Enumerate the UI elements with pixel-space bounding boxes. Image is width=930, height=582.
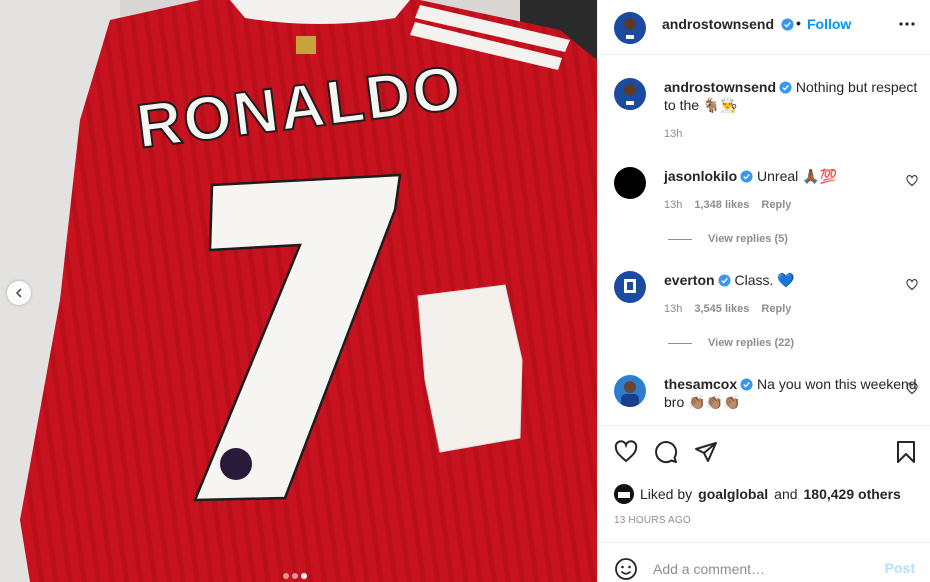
view-replies-label: View replies (22) [708, 337, 795, 349]
post-details-panel: androstownsend • Follow androstownsend N… [597, 0, 930, 582]
post-header: androstownsend • Follow [598, 0, 930, 55]
liker-avatar-image [618, 492, 630, 498]
comment-text: Class. 💙 [734, 272, 795, 288]
share-button[interactable] [694, 440, 718, 467]
view-replies-button[interactable]: View replies (22) [668, 337, 794, 349]
chevron-left-icon [15, 288, 22, 298]
post-actions: Liked by goalglobal and 180,429 others 1… [598, 425, 930, 550]
heart-icon [906, 279, 918, 291]
like-button[interactable] [614, 440, 638, 467]
author-avatar[interactable] [614, 12, 646, 44]
liker-avatar[interactable] [614, 484, 634, 504]
post-timestamp[interactable]: 13 HOURS AGO [614, 515, 691, 526]
reply-button[interactable]: Reply [761, 303, 791, 315]
more-dots-icon [899, 22, 915, 26]
caption-username[interactable]: androstownsend [664, 79, 776, 95]
caption-meta: 13h [664, 128, 682, 140]
post-comment-button[interactable]: Post [885, 560, 915, 576]
replies-line [668, 342, 692, 344]
comment-username[interactable]: jasonlokilo [664, 168, 737, 184]
comment-input[interactable] [653, 559, 873, 579]
everton-crest-icon [624, 279, 636, 293]
comment-button[interactable] [654, 440, 678, 467]
view-replies-button[interactable]: View replies (5) [668, 233, 788, 245]
caption-avatar[interactable] [614, 78, 646, 110]
reply-button[interactable]: Reply [761, 199, 791, 211]
replies-line [668, 238, 692, 240]
verified-badge-icon [779, 81, 792, 94]
verified-badge-icon [781, 18, 794, 31]
comment-meta: 13h 1,348 likes Reply [664, 199, 791, 211]
commenter-avatar[interactable] [614, 167, 646, 199]
comment-likes-count[interactable]: 3,545 likes [694, 303, 749, 315]
comment-text-block: everton Class. 💙 [664, 271, 919, 289]
liked-by-prefix: Liked by [640, 486, 693, 502]
carousel-indicator [283, 573, 307, 579]
previous-photo-button[interactable] [7, 281, 31, 305]
post-media[interactable]: RONALDO [0, 0, 597, 582]
caption-time: 13h [664, 128, 683, 140]
caption-text-block: androstownsend Nothing but respect to th… [664, 78, 919, 114]
likes-summary: Liked by goalglobal and 180,429 others [614, 484, 901, 504]
comment-item: thesamcox Na you won this weekend bro 👏🏽… [598, 373, 930, 423]
comment-likes-count[interactable]: 1,348 likes [694, 199, 749, 211]
verified-badge-icon [740, 170, 753, 183]
author-avatar-image [621, 18, 639, 44]
others-count[interactable]: 180,429 others [804, 486, 901, 502]
comment-bubble-icon [655, 441, 678, 464]
heart-icon [906, 383, 918, 395]
heart-icon [614, 440, 638, 463]
smiley-icon [615, 558, 637, 580]
comment-username[interactable]: thesamcox [664, 376, 737, 392]
commenter-avatar[interactable] [614, 375, 646, 407]
comment-text-block: jasonlokilo Unreal 🙏🏾💯 [664, 167, 919, 185]
liker-username[interactable]: goalglobal [698, 486, 768, 502]
view-replies-label: View replies (5) [708, 233, 788, 245]
carousel-dot [283, 573, 289, 579]
header-separator: • [796, 15, 801, 31]
add-comment-bar: Post [598, 542, 930, 582]
paper-plane-icon [695, 442, 717, 462]
carousel-dot [292, 573, 298, 579]
comment-username[interactable]: everton [664, 272, 715, 288]
verified-badge-icon [718, 274, 731, 287]
comment-time: 13h [664, 199, 683, 211]
author-username: androstownsend [662, 16, 775, 32]
post-caption: androstownsend Nothing but respect to th… [598, 74, 930, 144]
caption-avatar-image [621, 84, 639, 110]
carousel-dot-active [301, 573, 307, 579]
comment-time: 13h [664, 303, 683, 315]
jersey-photo: RONALDO [0, 0, 597, 582]
like-comment-button[interactable] [906, 278, 918, 294]
verified-badge-icon [740, 378, 753, 391]
follow-button[interactable]: Follow [807, 16, 851, 32]
comment-text: Unreal 🙏🏾💯 [757, 168, 838, 184]
save-button[interactable] [894, 440, 918, 467]
commenter-avatar[interactable] [614, 271, 646, 303]
emoji-button[interactable] [614, 557, 638, 582]
liked-and: and [774, 486, 798, 502]
comment-text-block: thesamcox Na you won this weekend bro 👏🏽… [664, 375, 919, 411]
more-options-button[interactable] [899, 14, 915, 37]
like-comment-button[interactable] [906, 382, 918, 398]
comment-meta: 13h 3,545 likes Reply [664, 303, 791, 315]
like-comment-button[interactable] [906, 174, 918, 190]
comment-item: everton Class. 💙 13h 3,545 likes Reply V… [598, 269, 930, 359]
heart-icon [906, 175, 918, 187]
bookmark-icon [897, 441, 915, 463]
commenter-avatar-image [621, 381, 639, 407]
author-username-link[interactable]: androstownsend [662, 16, 794, 32]
comment-item: jasonlokilo Unreal 🙏🏾💯 13h 1,348 likes R… [598, 165, 930, 255]
